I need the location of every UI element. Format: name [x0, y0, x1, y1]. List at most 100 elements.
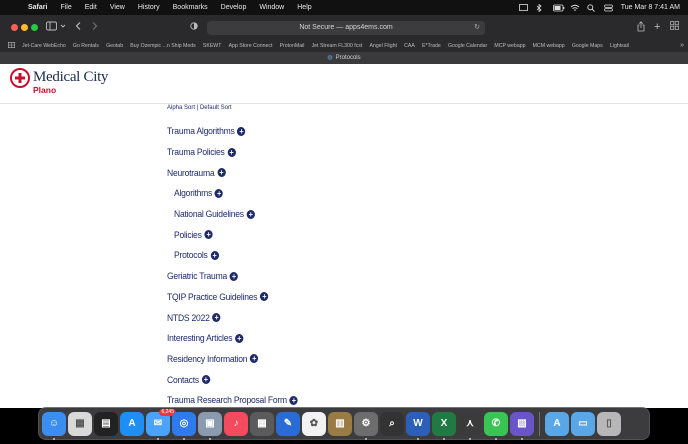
close-window-button[interactable] — [11, 24, 18, 31]
expand-plus-icon[interactable]: + — [227, 147, 236, 157]
default-sort-link[interactable]: Default Sort — [200, 105, 232, 111]
nav-item[interactable]: NTDS 2022 + — [167, 307, 298, 328]
address-bar[interactable]: Not Secure — apps4ems.com ↻ — [207, 21, 485, 35]
favorite-link[interactable]: MCP webapp — [494, 43, 525, 49]
expand-plus-icon[interactable]: + — [237, 126, 246, 136]
nav-item[interactable]: Trauma Algorithms + — [167, 121, 298, 142]
medical-city-logo-icon[interactable] — [10, 68, 30, 88]
nav-item-label[interactable]: Trauma Algorithms — [167, 126, 235, 136]
expand-plus-icon[interactable]: + — [217, 168, 226, 178]
messages-app[interactable]: ✆ — [484, 411, 508, 440]
music-app[interactable]: ♪ — [224, 411, 248, 436]
nav-item[interactable]: Trauma Research Proposal Form + — [167, 390, 298, 408]
nav-item-label[interactable]: Protocols — [174, 250, 208, 260]
favorite-link[interactable]: Jet Stream FL300 fcst — [312, 43, 363, 49]
nav-item[interactable]: Interesting Articles + — [167, 328, 298, 349]
nav-item[interactable]: Contacts + — [167, 369, 298, 390]
nav-item[interactable]: Policies + — [174, 224, 299, 245]
menu-edit[interactable]: Edit — [85, 4, 97, 11]
menu-develop[interactable]: Develop — [221, 4, 247, 11]
chevron-down-icon[interactable] — [60, 21, 66, 33]
alpha-sort-link[interactable]: Alpha Sort — [167, 105, 195, 111]
tab-title[interactable]: Protocols — [336, 55, 361, 61]
menu-window[interactable]: Window — [259, 4, 284, 11]
mission-control-app[interactable]: ▤ — [94, 411, 118, 436]
zoom-window-button[interactable] — [31, 24, 38, 31]
back-button-icon[interactable] — [75, 21, 82, 33]
favorite-link[interactable]: Angel Flight — [370, 43, 397, 49]
launchpad-app[interactable]: ▦ — [68, 411, 92, 436]
favorites-grid-icon[interactable] — [8, 42, 16, 50]
nav-item-label[interactable]: Residency Information — [167, 354, 248, 364]
nav-item-label[interactable]: Contacts — [167, 375, 199, 385]
wifi-icon[interactable] — [570, 4, 580, 12]
bluetooth-icon[interactable] — [536, 3, 545, 12]
logo-name[interactable]: Medical City — [33, 69, 108, 86]
favorite-link[interactable]: ProtonMail — [280, 43, 305, 49]
favorite-link[interactable]: Go Rentals — [73, 43, 99, 49]
system-settings-app[interactable]: ⚙ — [354, 411, 378, 440]
calculator-app[interactable]: ▦ — [250, 411, 274, 436]
applications-folder[interactable]: A — [545, 411, 569, 436]
nav-item-label[interactable]: Trauma Policies — [167, 147, 225, 157]
menu-view[interactable]: View — [110, 4, 125, 11]
spotlight-search-icon[interactable] — [587, 3, 596, 12]
reload-icon[interactable]: ↻ — [474, 21, 480, 35]
control-center-icon[interactable] — [603, 4, 613, 12]
nav-item-label[interactable]: Trauma Research Proposal Form — [167, 395, 287, 405]
menu-bar-clock[interactable]: Tue Mar 8 7:41 AM — [621, 4, 680, 11]
expand-plus-icon[interactable]: + — [212, 313, 221, 323]
expand-plus-icon[interactable]: + — [260, 292, 269, 302]
app-store-app[interactable]: A — [120, 411, 144, 436]
favorite-link[interactable]: Buy Ozempic ...n Ship Meds — [130, 43, 195, 49]
expand-plus-icon[interactable]: + — [204, 230, 213, 240]
favorite-link[interactable]: E*Trade — [422, 43, 441, 49]
expand-plus-icon[interactable]: + — [210, 250, 219, 260]
nav-item[interactable]: Neurotrauma + — [167, 162, 298, 183]
photos-app[interactable]: ✿ — [302, 411, 326, 436]
nav-item[interactable]: National Guidelines + — [174, 204, 299, 225]
nav-item[interactable]: Geriatric Trauma + — [167, 266, 298, 287]
forward-button-icon[interactable] — [91, 21, 98, 33]
acrobat-app[interactable]: ⋏ — [458, 411, 482, 440]
menu-app-name[interactable]: Safari — [28, 4, 47, 11]
privacy-shield-icon[interactable] — [190, 21, 198, 33]
safari-app[interactable]: ◎ — [172, 411, 196, 440]
favorites-overflow-icon[interactable]: » — [680, 40, 684, 52]
expand-plus-icon[interactable]: + — [289, 395, 298, 405]
favorite-link[interactable]: Jet-Care WebEcho — [22, 43, 66, 49]
nav-item-label[interactable]: Algorithms — [174, 188, 212, 198]
nav-item-label[interactable]: Interesting Articles — [167, 333, 233, 343]
xcode-app[interactable]: ✎ — [276, 411, 300, 436]
excel-app[interactable]: X — [432, 411, 456, 440]
favorite-link[interactable]: Google Maps — [572, 43, 603, 49]
favorite-link[interactable]: MCM webapp — [533, 43, 565, 49]
nav-item[interactable]: Residency Information + — [167, 349, 298, 370]
screen-mirror-icon[interactable] — [518, 3, 528, 12]
sidebar-toggle-icon[interactable] — [46, 21, 57, 33]
logo-sub[interactable]: Plano — [33, 85, 56, 95]
trash-app[interactable]: ▯ — [597, 411, 621, 436]
nav-item[interactable]: TQIP Practice Guidelines + — [167, 287, 298, 308]
menu-bookmarks[interactable]: Bookmarks — [173, 4, 208, 11]
menu-help[interactable]: Help — [297, 4, 311, 11]
favorite-link[interactable]: Google Calendar — [448, 43, 487, 49]
favorite-link[interactable]: App Store Connect — [229, 43, 273, 49]
expand-plus-icon[interactable]: + — [229, 271, 239, 281]
menu-file[interactable]: File — [60, 4, 71, 11]
documents-folder[interactable]: ▭ — [571, 411, 595, 436]
minimize-window-button[interactable] — [21, 24, 28, 31]
nav-item[interactable]: Trauma Policies + — [167, 142, 298, 163]
new-tab-plus-icon[interactable]: + — [654, 21, 660, 33]
nav-item[interactable]: Algorithms + — [174, 183, 299, 204]
nav-item-label[interactable]: NTDS 2022 — [167, 313, 210, 323]
terminal-app[interactable]: ⌕ — [380, 411, 404, 436]
tab-overview-icon[interactable] — [670, 21, 679, 33]
nav-item[interactable]: Protocols + — [174, 245, 299, 266]
preview-app[interactable]: ▣ — [198, 411, 222, 440]
word-app[interactable]: W — [406, 411, 430, 440]
nav-item-label[interactable]: Neurotrauma — [167, 168, 215, 178]
favorite-link[interactable]: Geotab — [106, 43, 123, 49]
expand-plus-icon[interactable]: + — [246, 209, 255, 219]
finder-app[interactable]: ☺ — [42, 411, 66, 440]
